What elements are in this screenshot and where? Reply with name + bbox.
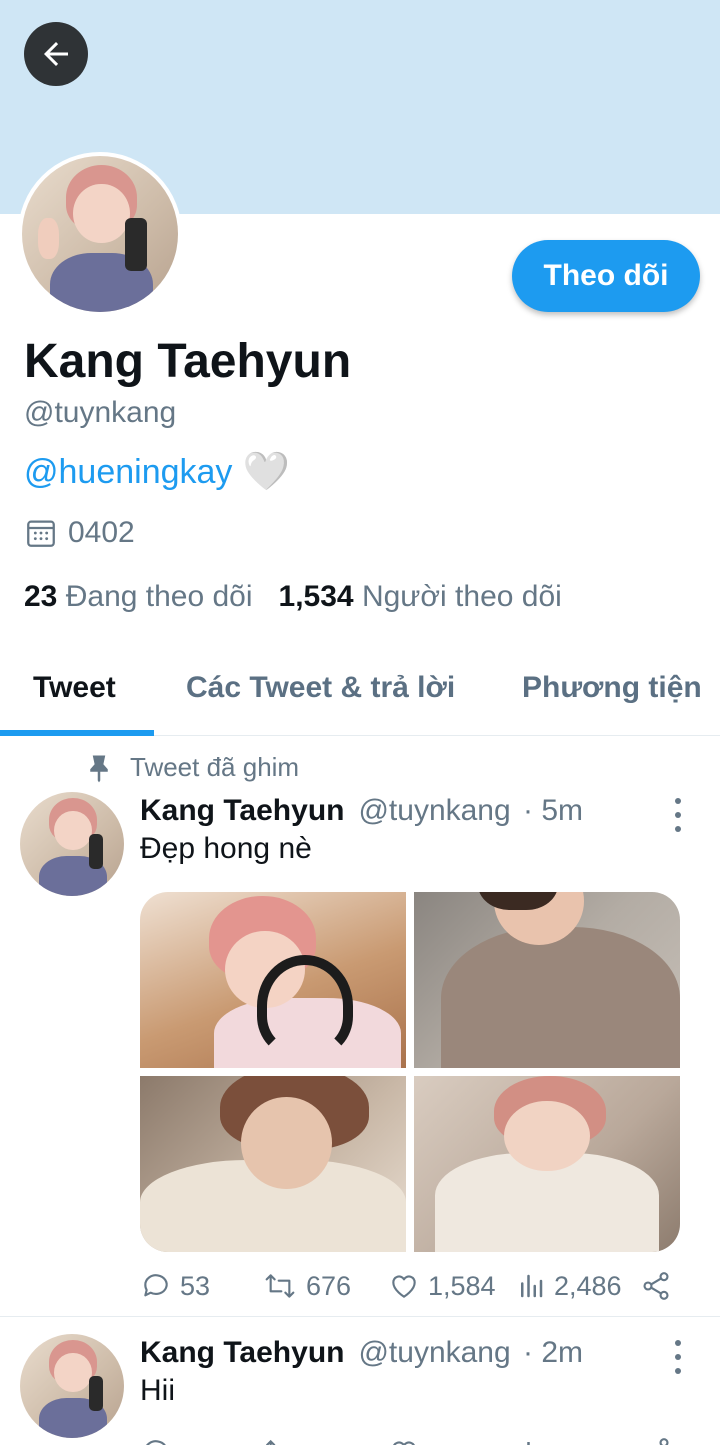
pinned-tweet-label: Tweet đã ghim: [86, 752, 299, 783]
retweet-icon: [265, 1439, 276, 1445]
profile-bio: @hueningkay 🤍: [24, 450, 290, 494]
share-button[interactable]: [640, 1266, 672, 1306]
back-button[interactable]: [24, 22, 88, 86]
views-button[interactable]: [516, 1432, 546, 1445]
more-options-button[interactable]: [664, 798, 692, 832]
following-stat[interactable]: 23 Đang theo dõi: [24, 580, 253, 614]
like-button[interactable]: 1,584: [388, 1266, 496, 1306]
retweet-button[interactable]: [262, 1432, 298, 1445]
profile-handle: @tuynkang: [24, 396, 177, 429]
tweet-author-handle[interactable]: @tuynkang: [358, 794, 510, 827]
tweet-avatar[interactable]: [20, 792, 124, 896]
tweet-author-handle[interactable]: @tuynkang: [358, 1336, 510, 1369]
tweet-author-name[interactable]: Kang Taehyun: [140, 1336, 344, 1369]
more-vertical-icon: [675, 798, 681, 804]
tab-tweets[interactable]: Tweet: [33, 640, 116, 736]
reply-icon: [144, 1274, 168, 1297]
media-image-3[interactable]: [140, 1076, 406, 1252]
followers-stat[interactable]: 1,534 Người theo dõi: [279, 580, 562, 614]
views-icon: [521, 1274, 543, 1298]
pin-icon: [90, 755, 108, 782]
reply-button[interactable]: 53: [140, 1266, 210, 1306]
tweet-time: · 2m: [523, 1336, 584, 1369]
follow-button[interactable]: Theo dõi: [512, 240, 700, 312]
tab-media[interactable]: Phương tiện: [522, 640, 702, 736]
tweet-author-name[interactable]: Kang Taehyun: [140, 794, 344, 827]
share-icon: [643, 1272, 669, 1300]
tweet-divider: [0, 1316, 720, 1317]
more-options-button[interactable]: [664, 1340, 692, 1374]
birthday-text: 0402: [68, 516, 135, 549]
tweet-media-grid: [140, 892, 680, 1252]
arrow-left-icon: [44, 42, 68, 66]
media-image-2[interactable]: [414, 892, 680, 1068]
calendar-icon: [27, 520, 55, 547]
share-icon: [659, 1438, 669, 1445]
media-image-1[interactable]: [140, 892, 406, 1068]
like-icon: [393, 1441, 415, 1445]
profile-tabs: Tweet Các Tweet & trả lời Phương tiện: [0, 640, 720, 736]
profile-birthday: 0402: [24, 516, 135, 550]
tweet-text: Hii: [140, 1374, 175, 1407]
tab-tweets-and-replies[interactable]: Các Tweet & trả lời: [186, 640, 455, 736]
media-image-4[interactable]: [414, 1076, 680, 1252]
white-heart-emoji: 🤍: [242, 451, 290, 493]
retweet-button[interactable]: 676: [262, 1266, 351, 1306]
active-tab-indicator: [0, 730, 154, 736]
tweet-avatar[interactable]: [20, 1334, 124, 1438]
tweet-time: · 5m: [523, 794, 584, 827]
views-count: 2,486: [554, 1270, 622, 1301]
bio-mention-link[interactable]: @hueningkay: [24, 453, 232, 492]
profile-display-name: Kang Taehyun: [24, 335, 352, 388]
like-count: 1,584: [428, 1270, 496, 1301]
reply-icon: [146, 1440, 166, 1445]
profile-avatar[interactable]: [18, 152, 182, 316]
tweet-text: Đẹp hong nè: [140, 832, 312, 865]
retweet-icon: [265, 1274, 295, 1298]
profile-stats: 23 Đang theo dõi 1,534 Người theo dõi: [24, 580, 562, 614]
share-button[interactable]: [640, 1432, 672, 1445]
more-vertical-icon: [675, 1340, 681, 1346]
retweet-count: 676: [306, 1270, 352, 1301]
pinned-label-text: Tweet đã ghim: [130, 752, 300, 782]
views-button[interactable]: 2,486: [516, 1266, 622, 1306]
views-icon: [527, 1442, 530, 1445]
tweet-header: Kang Taehyun @tuynkang · 2m: [140, 1336, 583, 1370]
like-icon: [392, 1275, 416, 1298]
tweet-actions-partial: [140, 1432, 680, 1445]
reply-count: 53: [180, 1270, 211, 1301]
tweet-header: Kang Taehyun @tuynkang · 5m: [140, 794, 583, 828]
reply-button[interactable]: [140, 1432, 172, 1445]
like-button[interactable]: [388, 1432, 420, 1445]
tweet-actions: 53 676 1,584 2,486: [140, 1266, 680, 1306]
